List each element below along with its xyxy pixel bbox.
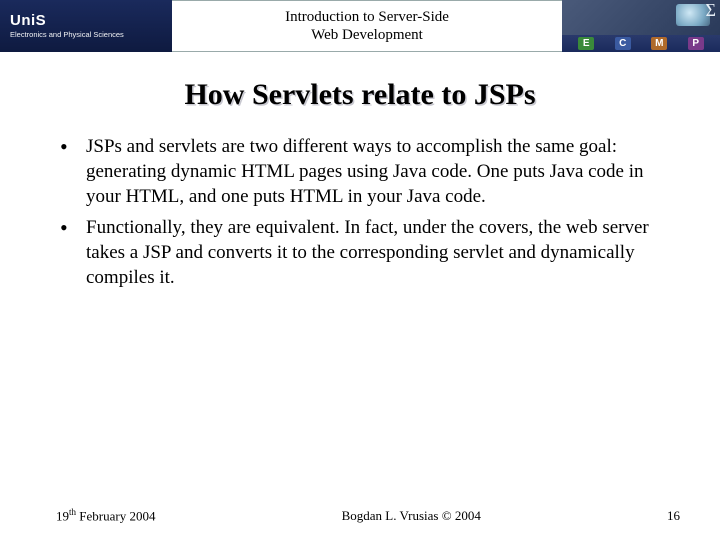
footer-date-day: 19 [56, 508, 69, 523]
header-graphic: E C M P [562, 0, 720, 52]
logo-subtext: Electronics and Physical Sciences [10, 31, 172, 39]
slide-footer: 19th February 2004 Bogdan L. Vrusias © 2… [0, 507, 720, 524]
course-title-line2: Web Development [311, 27, 423, 43]
slide-body: JSPs and servlets are two different ways… [0, 112, 720, 290]
bullet-list: JSPs and servlets are two different ways… [56, 134, 672, 290]
header-badges: E C M P [562, 35, 720, 52]
footer-author: Bogdan L. Vrusias © 2004 [155, 508, 667, 524]
footer-date-suffix: th [69, 507, 76, 517]
footer-date: 19th February 2004 [56, 507, 155, 524]
list-item: Functionally, they are equivalent. In fa… [56, 215, 672, 290]
course-title: Introduction to Server-Side Web Developm… [172, 0, 562, 52]
logo-text: UniS [10, 12, 172, 29]
badge-p-icon: P [688, 37, 704, 50]
slide-title: How Servlets relate to JSPs [0, 78, 720, 112]
footer-page-number: 16 [667, 508, 680, 524]
badge-c-icon: C [615, 37, 631, 50]
list-item: JSPs and servlets are two different ways… [56, 134, 672, 209]
footer-date-rest: February 2004 [76, 508, 155, 523]
course-title-line1: Introduction to Server-Side [285, 9, 449, 25]
badge-m-icon: M [651, 37, 667, 50]
header-image [562, 0, 720, 35]
university-logo-block: UniS Electronics and Physical Sciences [0, 0, 172, 52]
slide-header: UniS Electronics and Physical Sciences I… [0, 0, 720, 52]
badge-e-icon: E [578, 37, 594, 50]
